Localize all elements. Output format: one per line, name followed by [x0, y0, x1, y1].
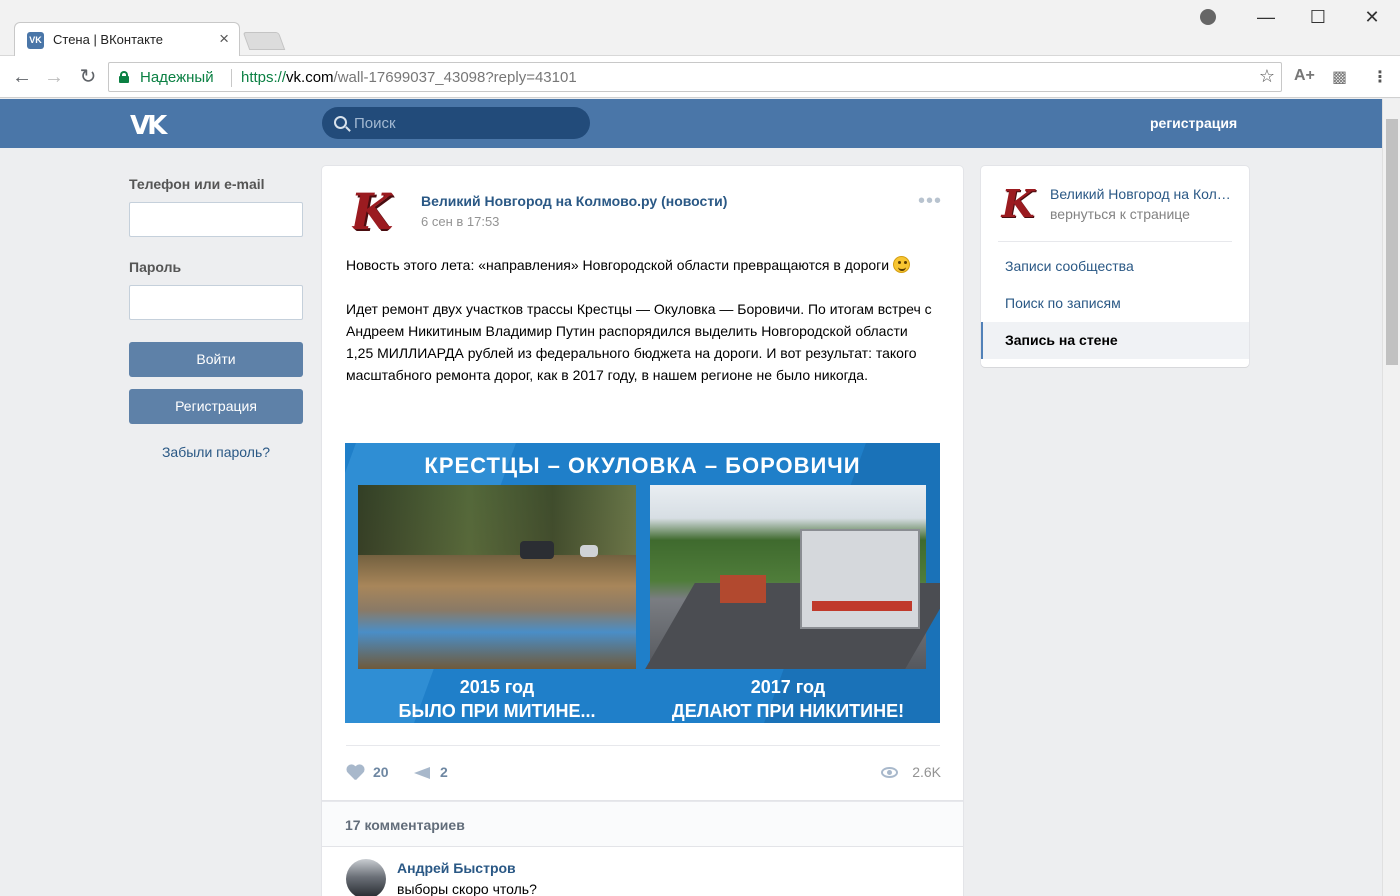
- photo-bad-road: [358, 485, 636, 669]
- image-caption-left-year: 2015 год: [459, 677, 535, 697]
- url-scheme: https://: [241, 69, 287, 86]
- password-input[interactable]: [129, 285, 303, 320]
- search-box[interactable]: [322, 107, 590, 139]
- browser-profile-icon[interactable]: [1200, 9, 1216, 25]
- photo-truck: [720, 575, 766, 603]
- url-host: vk.com: [286, 69, 334, 86]
- photo-road-repair: [645, 485, 940, 669]
- phone-label: Телефон или e-mail: [129, 176, 265, 192]
- sidebar-community-name[interactable]: Великий Новгород на Колмово.ру (новости): [1050, 186, 1236, 202]
- login-button[interactable]: Войти: [129, 342, 303, 377]
- bookmark-star-icon[interactable]: ☆: [1259, 66, 1275, 87]
- image-caption-right-text: ДЕЛАЮТ ПРИ НИКИТИНЕ!: [671, 701, 905, 721]
- browser-toolbar: ← → ↻ Надежный https://vk.com/wall-17699…: [0, 56, 1400, 98]
- photo-car: [520, 541, 554, 559]
- browser-menu-icon[interactable]: ⋮: [1372, 67, 1388, 87]
- font-extension-icon[interactable]: A+: [1294, 67, 1315, 85]
- sidebar-item-wall-post[interactable]: Запись на стене: [981, 322, 1249, 359]
- image-caption-left: 2015 год БЫЛО ПРИ МИТИНЕ...: [358, 675, 636, 723]
- scrollbar-thumb[interactable]: [1386, 119, 1398, 365]
- sidebar-divider: [998, 241, 1232, 242]
- password-label: Пароль: [129, 259, 182, 275]
- post-author-link[interactable]: Великий Новгород на Колмово.ру (новости): [421, 193, 727, 209]
- views-counter: 2.6K: [881, 764, 941, 782]
- views-count: 2.6K: [912, 764, 941, 780]
- post-text-paragraph-2: Идет ремонт двух участков трассы Крестцы…: [346, 301, 932, 383]
- sidebar-community-avatar[interactable]: K: [998, 182, 1038, 226]
- post-divider: [346, 745, 940, 746]
- image-caption-left-text: БЫЛО ПРИ МИТИНЕ...: [398, 701, 596, 721]
- post-date[interactable]: 6 сен в 17:53: [421, 214, 499, 229]
- omnibox-divider: [231, 69, 232, 87]
- post-more-icon[interactable]: •••: [918, 190, 942, 213]
- image-caption-right-year: 2017 год: [750, 677, 826, 697]
- sidebar-avatar-letter: K: [1001, 181, 1035, 226]
- secure-label: Надежный: [140, 69, 214, 86]
- photo-milling-machine: [800, 529, 920, 629]
- share-count: 2: [440, 764, 448, 780]
- window-minimize-button[interactable]: —: [1252, 4, 1280, 30]
- phone-email-input[interactable]: [129, 202, 303, 237]
- image-caption-right: 2017 год ДЕЛАЮТ ПРИ НИКИТИНЕ!: [650, 675, 926, 723]
- comment-author-link[interactable]: Андрей Быстров: [397, 860, 516, 876]
- tab-close-icon[interactable]: ×: [219, 29, 229, 49]
- url-text[interactable]: https://vk.com/wall-17699037_43098?reply…: [241, 69, 577, 86]
- forgot-password-link[interactable]: Забыли пароль?: [129, 444, 303, 460]
- wall-post: K Великий Новгород на Колмово.ру (новост…: [322, 166, 963, 801]
- avatar-letter: K: [350, 184, 394, 236]
- address-bar[interactable]: Надежный https://vk.com/wall-17699037_43…: [108, 62, 1282, 92]
- back-to-page-link[interactable]: вернуться к странице: [1050, 206, 1190, 222]
- vk-header: VK регистрация: [0, 99, 1382, 148]
- eye-icon: [881, 767, 898, 778]
- browser-tab-active[interactable]: VK Стена | ВКонтакте ×: [14, 22, 240, 56]
- window-maximize-button[interactable]: ☐: [1304, 4, 1332, 30]
- register-button[interactable]: Регистрация: [129, 389, 303, 424]
- like-count: 20: [373, 764, 389, 780]
- lock-icon: [119, 71, 129, 83]
- image-extension-icon[interactable]: ▩: [1332, 67, 1347, 87]
- comments-count: 17 комментариев: [345, 817, 465, 833]
- comments-header: 17 комментариев: [322, 801, 963, 847]
- page-scrollbar[interactable]: [1382, 99, 1400, 896]
- forward-arrow-icon[interactable]: →: [41, 64, 67, 90]
- heart-icon: [346, 765, 364, 781]
- vk-logo[interactable]: VK: [130, 111, 167, 141]
- header-register-link[interactable]: регистрация: [1150, 115, 1237, 131]
- sidebar-item-search-posts[interactable]: Поиск по записям: [981, 285, 1249, 322]
- comment-item: Андрей Быстров выборы скоро чтоль?: [322, 847, 963, 896]
- image-title: КРЕСТЦЫ – ОКУЛОВКА – БОРОВИЧИ: [424, 453, 861, 478]
- reload-icon[interactable]: ↻: [75, 64, 101, 90]
- browser-tabbar: VK Стена | ВКонтакте × — ☐ ✕: [0, 0, 1400, 56]
- login-panel: Телефон или e-mail Пароль Войти Регистра…: [129, 176, 303, 460]
- tab-title: Стена | ВКонтакте: [53, 32, 163, 47]
- search-icon: [334, 116, 347, 129]
- sidebar-item-community-posts[interactable]: Записи сообщества: [981, 248, 1249, 285]
- post-text: Новость этого лета: «направления» Новгор…: [346, 254, 936, 386]
- comment-avatar[interactable]: [346, 859, 386, 896]
- search-input[interactable]: [354, 113, 574, 133]
- post-image[interactable]: КРЕСТЦЫ – ОКУЛОВКА – БОРОВИЧИ 2015 год Б…: [345, 443, 940, 723]
- community-sidebar: K Великий Новгород на Колмово.ру (новост…: [981, 166, 1249, 367]
- comment-text: выборы скоро чтоль?: [397, 881, 537, 896]
- vk-favicon-icon: VK: [27, 32, 44, 49]
- window-close-button[interactable]: ✕: [1358, 4, 1386, 30]
- new-tab-button[interactable]: [242, 32, 286, 50]
- back-arrow-icon[interactable]: ←: [9, 64, 35, 90]
- megaphone-icon: [414, 767, 430, 779]
- community-avatar[interactable]: K: [346, 184, 398, 236]
- url-path: /wall-17699037_43098?reply=43101: [333, 69, 577, 86]
- post-text-line-1: Новость этого лета: «направления» Новгор…: [346, 257, 890, 273]
- photo-car: [580, 545, 598, 557]
- winking-tongue-emoji-icon: [893, 256, 910, 273]
